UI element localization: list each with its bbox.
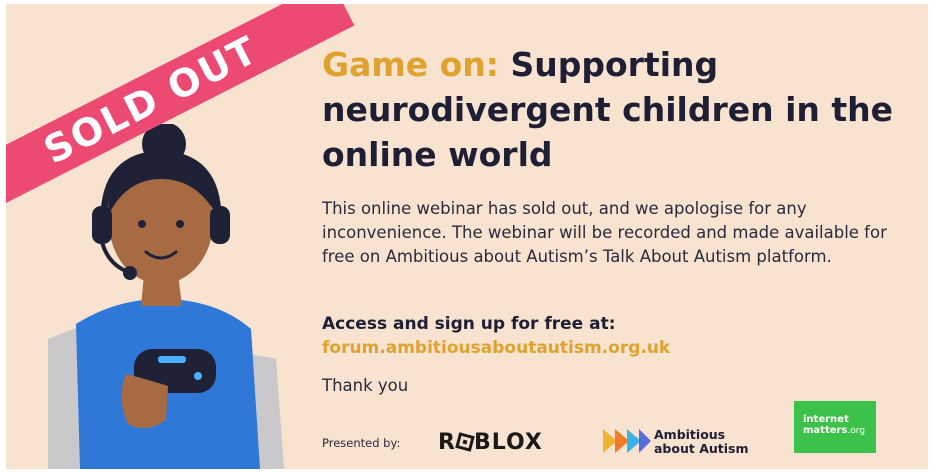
presented-by-label: Presented by: — [322, 436, 401, 450]
forum-link[interactable]: forum.ambitiousaboutautism.org.uk — [322, 338, 670, 358]
ambitious-about-autism-mark — [603, 429, 651, 453]
internet-matters-logo: internet matters.org — [794, 401, 876, 453]
ambitious-about-autism-logo: Ambitious about Autism — [654, 427, 749, 456]
gamer-child-illustration — [48, 124, 284, 469]
page-title: Game on: Supporting neurodivergent child… — [322, 42, 912, 177]
roblox-o-mark — [455, 432, 475, 452]
thank-you-text: Thank you — [322, 376, 409, 395]
title-accent: Game on: — [322, 45, 499, 84]
access-label: Access and sign up for free at: — [322, 314, 616, 334]
description-text: This online webinar has sold out, and we… — [322, 199, 887, 266]
event-banner-card: SOLD OUT Game on: Supporting neurodiverg… — [6, 4, 928, 469]
roblox-logo: R BLOX — [438, 430, 543, 455]
